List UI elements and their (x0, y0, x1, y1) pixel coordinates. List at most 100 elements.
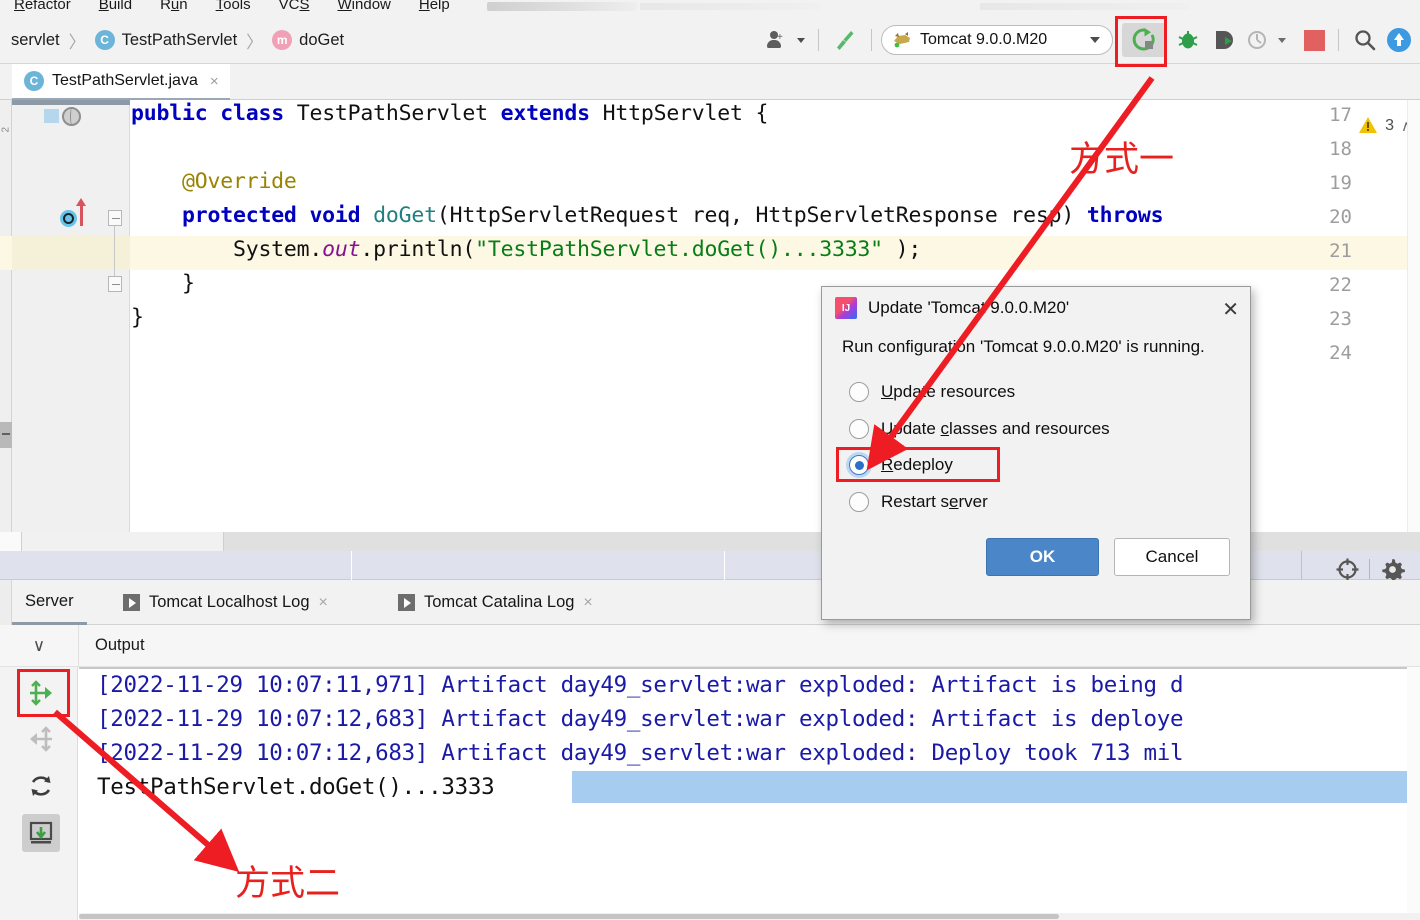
menu-item-help[interactable]: Help (405, 0, 464, 13)
dialog-titlebar: Update 'Tomcat 9.0.0.M20' ✕ (822, 287, 1252, 329)
editor-tab-strip: C TestPathServlet.java × (0, 64, 1420, 100)
update-dialog[interactable]: Update 'Tomcat 9.0.0.M20' ✕ Run configur… (821, 286, 1251, 620)
breadcrumb-package[interactable]: servlet (11, 31, 60, 50)
update-application-button[interactable] (22, 720, 60, 758)
menu-item-vcs[interactable]: VCS (265, 0, 324, 13)
build-project-button[interactable] (828, 23, 862, 57)
close-icon[interactable]: ✕ (1222, 297, 1239, 322)
radio-button[interactable] (849, 492, 869, 512)
code-line[interactable]: 18 (0, 134, 1420, 168)
breadcrumb-class[interactable]: C TestPathServlet (94, 30, 237, 50)
hammer-icon (837, 31, 854, 50)
tomcat-cat-icon (892, 31, 912, 49)
crosshair-target-icon (1336, 558, 1358, 580)
close-icon[interactable]: × (319, 594, 328, 612)
radio-update-resources[interactable]: Update resources (849, 382, 1015, 402)
close-icon[interactable]: × (583, 594, 592, 612)
console-horizontal-scrollbar[interactable] (79, 913, 1420, 920)
menu-item-tools[interactable]: Tools (202, 0, 265, 13)
web-servlet-icon[interactable] (62, 107, 81, 126)
menu-item-refactor[interactable]: Refactor (0, 0, 85, 13)
profiler-button[interactable] (1242, 23, 1290, 57)
gutter-cell (12, 236, 130, 270)
breadcrumb-package-label: servlet (11, 30, 60, 49)
ok-button[interactable]: OK (986, 538, 1099, 576)
scrollbar-thumb[interactable] (0, 422, 12, 448)
code-line[interactable]: 21 System.out.println("TestPathServlet.d… (0, 236, 1420, 270)
menu-obscured-region (487, 2, 637, 11)
tab-tomcat-localhost-log[interactable]: Tomcat Localhost Log × (110, 580, 341, 625)
warning-count: 3 (1385, 116, 1395, 134)
run-play-icon (398, 594, 415, 611)
radio-button[interactable] (849, 455, 869, 475)
rerun-deploy-button[interactable] (22, 674, 60, 712)
gutter-cell (12, 168, 130, 202)
code-line[interactable]: 17 public class TestPathServlet extends H… (0, 100, 1420, 134)
chevron-down-icon (797, 37, 805, 43)
line-number: 17 (1329, 104, 1352, 126)
console-line: [2022-11-29 10:07:12,683] Artifact day49… (97, 740, 1184, 766)
breadcrumb-separator-1: 〉 (68, 32, 86, 52)
radio-button[interactable] (849, 419, 869, 439)
inspection-status-badge[interactable]: 3 ∧ (1358, 116, 1412, 135)
radio-label: Update resources (881, 382, 1016, 401)
main-toolbar-right: + Tomcat 9.0.0.M20 (763, 17, 1420, 63)
run-with-coverage-button[interactable] (1208, 23, 1240, 57)
menu-item-run[interactable]: Run (146, 0, 202, 13)
user-plus-button[interactable]: + (763, 23, 809, 57)
close-icon[interactable]: × (210, 73, 219, 90)
line-number: 19 (1329, 172, 1352, 194)
radio-redeploy[interactable]: Redeploy (849, 455, 953, 475)
console-top-border (79, 667, 1420, 669)
tab-tomcat-catalina-log-label: Tomcat Catalina Log (424, 593, 575, 611)
fold-marker-close[interactable] (108, 276, 122, 292)
debug-button[interactable] (1172, 23, 1204, 57)
scroll-to-end-icon (29, 821, 53, 844)
radio-update-classes-and-resources[interactable]: Update classes and resources (849, 419, 1110, 439)
tab-tomcat-catalina-log[interactable]: Tomcat Catalina Log × (385, 580, 606, 625)
updates-button[interactable] (1382, 23, 1416, 57)
console-tab-stub (0, 580, 12, 625)
line-number: 21 (1329, 240, 1352, 262)
editor-tab-testpathservlet[interactable]: C TestPathServlet.java × (12, 64, 230, 100)
ide-window: Refactor Build Run Tools VCS Window Help… (0, 0, 1420, 920)
run-configuration-label: Tomcat 9.0.0.M20 (920, 31, 1048, 48)
line-number: 23 (1329, 308, 1352, 330)
search-everywhere-button[interactable] (1348, 23, 1382, 57)
rerun-button[interactable] (1122, 23, 1166, 57)
tab-server[interactable]: Server (12, 580, 87, 625)
line-marker-tab (44, 109, 59, 123)
menu-item-window[interactable]: Window (324, 0, 405, 13)
fold-marker-open[interactable] (108, 210, 122, 226)
method-icon: m (272, 30, 293, 50)
cancel-button[interactable]: Cancel (1114, 538, 1230, 576)
console-line: [2022-11-29 10:07:12,683] Artifact day49… (97, 706, 1184, 732)
line-number: 20 (1329, 206, 1352, 228)
stop-button[interactable] (1300, 23, 1329, 57)
output-header-title: Output (95, 636, 145, 654)
scroll-to-end-button[interactable] (22, 814, 60, 852)
code-line[interactable]: 19 @Override (0, 168, 1420, 202)
collapse-chevron-icon[interactable]: ∨ (0, 636, 78, 656)
breakpoint-icon[interactable] (60, 210, 77, 227)
dialog-message: Run configuration 'Tomcat 9.0.0.M20' is … (842, 337, 1205, 356)
radio-restart-server[interactable]: Restart server (849, 492, 988, 512)
override-arrow-icon[interactable] (76, 198, 86, 226)
main-menu-bar: Refactor Build Run Tools VCS Window Help (0, 0, 1420, 17)
breadcrumb-separator-2: 〉 (246, 32, 264, 52)
chevron-down-icon (1090, 37, 1100, 43)
intellij-idea-icon (835, 297, 857, 319)
restart-button[interactable] (22, 767, 60, 805)
run-configuration-selector[interactable]: Tomcat 9.0.0.M20 (881, 25, 1113, 55)
output-header: ∨ Output (0, 624, 1420, 667)
breadcrumb-method[interactable]: m doGet (272, 30, 344, 50)
code-line[interactable]: 20 protected void doGet(HttpServletReque… (0, 202, 1420, 236)
editor-scrollbar[interactable] (1407, 100, 1420, 532)
menu-item-build[interactable]: Build (85, 0, 146, 13)
menu-obscured-region-2 (640, 3, 820, 10)
scrollbar-thumb[interactable] (79, 914, 1059, 919)
radio-button[interactable] (849, 382, 869, 402)
console-scrollbar[interactable] (1407, 667, 1420, 920)
gutter-cell (12, 304, 130, 338)
toolbar-divider-1 (818, 29, 819, 51)
